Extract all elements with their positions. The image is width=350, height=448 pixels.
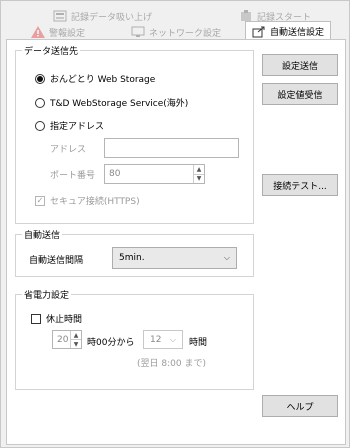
- tab-auto-send-label: 自動送信設定: [270, 28, 325, 38]
- data-destination-legend: データ送信先: [24, 47, 79, 57]
- from-time-label: 時00分から: [87, 338, 135, 348]
- start-hour-stepper[interactable]: 20 ▲ ▼: [52, 330, 82, 349]
- port-number-value: 80: [109, 169, 121, 179]
- power-save-group: 省電力設定: [15, 288, 254, 390]
- tab-warning-label: 警報設定: [49, 28, 86, 39]
- pause-time-label: 休止時間: [46, 315, 83, 325]
- chevron-down-icon: ⌵: [223, 253, 230, 262]
- send-settings-button[interactable]: 設定送信: [262, 54, 338, 76]
- secure-connection-checkbox[interactable]: ✓ セキュア接続(HTTPS): [35, 194, 140, 207]
- download-icon: [53, 10, 67, 22]
- radio-ondotori-web-storage[interactable]: おんどとり Web Storage: [35, 72, 155, 85]
- auto-send-legend: 自動送信: [24, 231, 61, 241]
- radio-label: 指定アドレス: [50, 122, 105, 132]
- radio-indicator: [35, 120, 45, 131]
- start-hour-spin-buttons[interactable]: ▲ ▼: [70, 331, 81, 348]
- auto-send-interval-label: 自動送信間隔: [29, 256, 84, 266]
- warning-icon: [31, 26, 45, 38]
- pause-hours-value: 12: [150, 334, 162, 345]
- receive-settings-button[interactable]: 設定値受信: [262, 83, 338, 105]
- window: 記録データ吸い上げ 記録スタート 警報設定 ネットワーク設定 自動送信設定 デー…: [0, 0, 350, 448]
- help-button[interactable]: ヘルプ: [262, 395, 338, 417]
- power-save-legend: 省電力設定: [24, 291, 70, 301]
- connection-test-button[interactable]: 接続テスト...: [262, 174, 338, 196]
- spin-down-icon[interactable]: ▼: [71, 340, 81, 348]
- radio-label: T&D WebStorage Service(海外): [50, 99, 189, 109]
- radio-indicator: [35, 97, 45, 108]
- auto-send-interval-value: 5min.: [119, 253, 145, 263]
- radio-label: おんどとり Web Storage: [50, 75, 156, 85]
- checkbox-checked-icon: ✓: [35, 195, 45, 206]
- settings-panel: データ送信先 おんどとり Web Storage T&D WebStorage …: [6, 39, 346, 445]
- pause-time-checkbox[interactable]: 休止時間: [31, 312, 82, 325]
- pause-hours-select[interactable]: 12 ⌵: [143, 330, 183, 349]
- tab-data-download-label: 記録データ吸い上げ: [71, 12, 153, 23]
- spin-down-icon[interactable]: ▼: [194, 175, 204, 184]
- radio-custom-address[interactable]: 指定アドレス: [35, 119, 104, 132]
- pause-end-note: (翌日 8:00 まで): [137, 359, 206, 369]
- tab-network-label: ネットワーク設定: [149, 28, 222, 39]
- auto-send-interval-select[interactable]: 5min. ⌵: [112, 247, 237, 269]
- auto-send-icon: [252, 26, 266, 38]
- tab-auto-send[interactable]: 自動送信設定: [245, 21, 332, 41]
- hours-unit-label: 時間: [189, 338, 208, 348]
- port-number-stepper[interactable]: 80 ▲ ▼: [104, 164, 205, 184]
- network-icon: [131, 26, 145, 38]
- chevron-down-icon: ⌵: [169, 334, 176, 344]
- address-label: アドレス: [50, 145, 87, 155]
- port-spin-buttons[interactable]: ▲ ▼: [193, 165, 204, 183]
- secure-connection-label: セキュア接続(HTTPS): [50, 197, 140, 207]
- radio-td-webstorage-overseas[interactable]: T&D WebStorage Service(海外): [35, 96, 188, 109]
- checkbox-unchecked-icon: [31, 313, 41, 324]
- start-hour-value: 20: [57, 334, 69, 345]
- radio-indicator: [35, 73, 45, 84]
- port-label: ポート番号: [50, 171, 96, 181]
- spin-up-icon[interactable]: ▲: [194, 165, 204, 175]
- address-input[interactable]: [104, 138, 239, 158]
- spin-up-icon[interactable]: ▲: [71, 331, 81, 340]
